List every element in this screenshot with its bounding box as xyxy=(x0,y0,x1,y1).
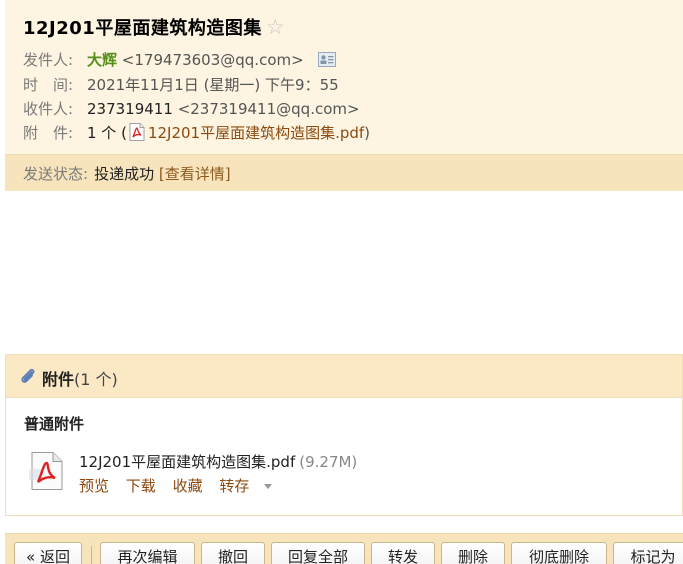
attachments-header: 附件(1 个) xyxy=(6,355,682,398)
sender-email: <179473603@qq.com> xyxy=(121,51,304,69)
chevron-down-icon xyxy=(264,484,273,489)
recipient-email: <237319411@qq.com> xyxy=(177,100,360,118)
toolbar-divider xyxy=(91,546,92,564)
delete-permanently-button[interactable]: 彻底删除 xyxy=(511,542,607,564)
time-label: 时 间: xyxy=(23,76,74,94)
save-to-label: 转存 xyxy=(219,477,250,495)
attachments-count: (1 个) xyxy=(74,370,118,389)
recipient-row: 收件人: 237319411 <237319411@qq.com> xyxy=(23,98,360,119)
delivery-status-bar: 发送状态: 投递成功 [查看详情] xyxy=(5,154,683,191)
attachment-file-size: (9.27M) xyxy=(299,453,358,471)
subject-row: 12J201平屋面建筑构造图集 ☆ xyxy=(23,14,285,40)
sender-label: 发件人: xyxy=(23,51,74,69)
email-subject: 12J201平屋面建筑构造图集 xyxy=(23,18,262,39)
attachment-count: 1 个 ( xyxy=(87,124,127,142)
attachments-title: 附件(1 个) xyxy=(42,366,118,390)
star-icon[interactable]: ☆ xyxy=(266,16,285,38)
status-value: 投递成功 xyxy=(94,165,155,183)
pdf-file-icon[interactable] xyxy=(28,451,66,495)
contact-card-icon[interactable] xyxy=(318,52,337,71)
save-to-dropdown[interactable]: 转存 xyxy=(219,477,284,495)
attachment-row: 附 件: 1 个 ( 12J201平屋面建筑构造图集.pdf) xyxy=(23,122,370,145)
normal-attachments-title: 普通附件 xyxy=(24,415,85,433)
mark-as-button[interactable]: 标记为 xyxy=(613,542,683,564)
attachment-file-row: 12J201平屋面建筑构造图集.pdf (9.27M) xyxy=(79,451,357,472)
status-label: 发送状态: xyxy=(23,165,89,183)
attachments-panel: 附件(1 个) 普通附件 12J201平屋面建筑构造图集.pdf (9.27M) … xyxy=(5,354,683,516)
sent-time: 2021年11月1日 (星期一) 下午9：55 xyxy=(87,76,339,94)
attachment-close: ) xyxy=(364,124,371,142)
action-toolbar: « 返回 再次编辑 撤回 回复全部 转发 删除 彻底删除 标记为 xyxy=(5,533,683,564)
sender-name[interactable]: 大辉 xyxy=(87,51,117,69)
email-header: 12J201平屋面建筑构造图集 ☆ 发件人: 大辉 <179473603@qq.c… xyxy=(5,0,683,191)
time-row: 时 间: 2021年11月1日 (星期一) 下午9：55 xyxy=(23,74,339,95)
favorite-link[interactable]: 收藏 xyxy=(173,477,203,495)
attachments-title-text: 附件 xyxy=(42,370,75,389)
pdf-small-icon xyxy=(129,123,145,145)
reedit-button[interactable]: 再次编辑 xyxy=(100,542,195,564)
attachment-label: 附 件: xyxy=(23,124,74,142)
attachment-file-name[interactable]: 12J201平屋面建筑构造图集.pdf xyxy=(79,453,295,471)
delete-button[interactable]: 删除 xyxy=(441,542,505,564)
attachment-actions: 预览 下载 收藏 转存 xyxy=(79,475,296,496)
sender-row: 发件人: 大辉 <179473603@qq.com> xyxy=(23,49,337,71)
attachment-link[interactable]: 12J201平屋面建筑构造图集.pdf xyxy=(148,124,364,142)
reply-all-button[interactable]: 回复全部 xyxy=(271,542,365,564)
download-link[interactable]: 下载 xyxy=(126,477,156,495)
recipient-name[interactable]: 237319411 xyxy=(87,100,173,118)
status-details-link[interactable]: [查看详情] xyxy=(159,165,231,183)
paperclip-icon xyxy=(19,367,37,389)
recipient-label: 收件人: xyxy=(23,100,74,118)
status-text: 发送状态: 投递成功 [查看详情] xyxy=(23,163,231,184)
back-button[interactable]: « 返回 xyxy=(14,542,82,564)
preview-link[interactable]: 预览 xyxy=(79,477,109,495)
forward-button[interactable]: 转发 xyxy=(371,542,435,564)
recall-button[interactable]: 撤回 xyxy=(201,542,265,564)
